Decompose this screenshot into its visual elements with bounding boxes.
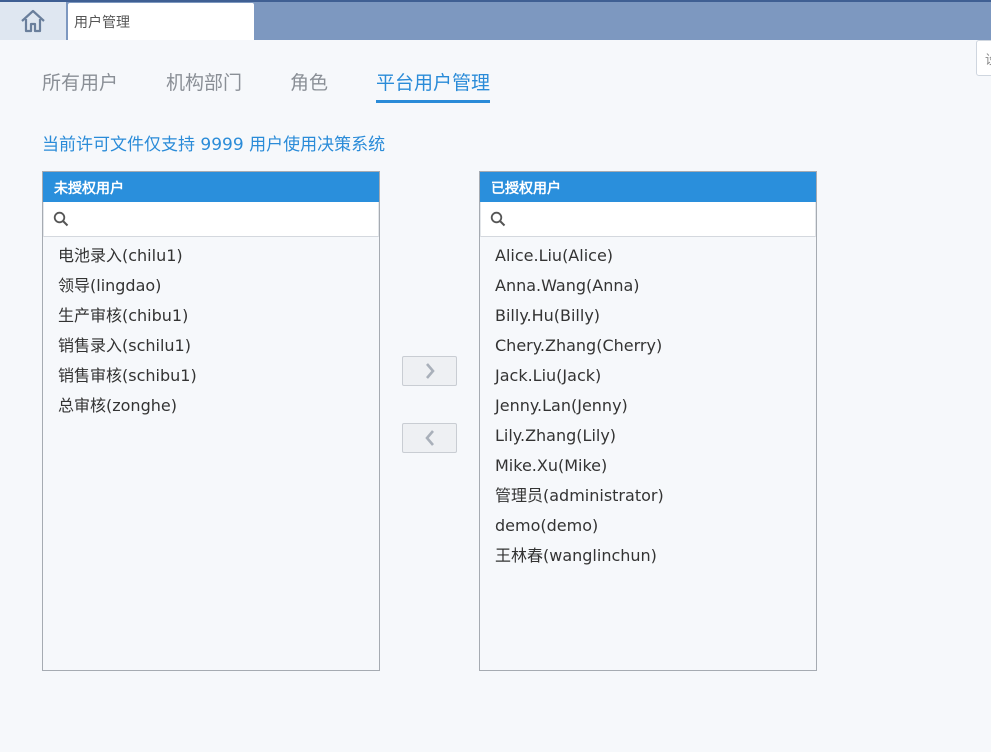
list-item[interactable]: 销售审核(schibu1) [43, 361, 379, 391]
search-icon [53, 211, 69, 227]
user-list: Alice.Liu(Alice) Anna.Wang(Anna) Billy.H… [480, 237, 816, 571]
list-item[interactable]: Anna.Wang(Anna) [480, 271, 816, 301]
tab-user-management[interactable]: 用户管理 [68, 3, 254, 40]
list-item[interactable]: 总审核(zonghe) [43, 391, 379, 421]
list-item[interactable]: demo(demo) [480, 511, 816, 541]
side-panel-toggle[interactable]: 设 [976, 40, 991, 76]
list-item[interactable]: Jenny.Lan(Jenny) [480, 391, 816, 421]
list-item[interactable]: Mike.Xu(Mike) [480, 451, 816, 481]
search-box [43, 202, 379, 237]
list-item[interactable]: 销售录入(schilu1) [43, 331, 379, 361]
list-item[interactable]: 王林春(wanglinchun) [480, 541, 816, 571]
list-item[interactable]: 生产审核(chibu1) [43, 301, 379, 331]
nav-tabs: 所有用户 机构部门 角色 平台用户管理 [42, 70, 538, 104]
tab-all-users[interactable]: 所有用户 [42, 70, 118, 103]
list-item[interactable]: Chery.Zhang(Cherry) [480, 331, 816, 361]
list-item[interactable]: 管理员(administrator) [480, 481, 816, 511]
home-icon [21, 9, 45, 33]
list-item[interactable]: Billy.Hu(Billy) [480, 301, 816, 331]
tab-platform-user-management[interactable]: 平台用户管理 [376, 70, 491, 103]
tab-roles[interactable]: 角色 [290, 70, 328, 103]
home-tab[interactable] [0, 2, 66, 40]
list-item[interactable]: Alice.Liu(Alice) [480, 241, 816, 271]
tab-departments[interactable]: 机构部门 [166, 70, 242, 103]
search-icon [490, 211, 506, 227]
search-input[interactable] [75, 204, 378, 234]
list-item[interactable]: 领导(lingdao) [43, 271, 379, 301]
authorized-users-panel: 已授权用户 Alice.Liu(Alice) Anna.Wang(Anna) B… [479, 171, 817, 671]
unauthorized-users-panel: 未授权用户 电池录入(chilu1) 领导(lingdao) 生产审核(chib… [42, 171, 380, 671]
search-box [480, 202, 816, 237]
list-item[interactable]: Jack.Liu(Jack) [480, 361, 816, 391]
chevron-right-icon [425, 363, 435, 379]
search-input[interactable] [512, 204, 815, 234]
chevron-left-icon [424, 430, 434, 446]
list-item[interactable]: Lily.Zhang(Lily) [480, 421, 816, 451]
panel-title: 已授权用户 [480, 172, 816, 202]
user-list: 电池录入(chilu1) 领导(lingdao) 生产审核(chibu1) 销售… [43, 237, 379, 421]
move-right-button[interactable] [402, 356, 457, 386]
list-item[interactable]: 电池录入(chilu1) [43, 241, 379, 271]
license-notice: 当前许可文件仅支持 9999 用户使用决策系统 [42, 135, 386, 155]
top-tab-bar: 用户管理 [0, 0, 991, 40]
panel-title: 未授权用户 [43, 172, 379, 202]
move-left-button[interactable] [402, 423, 457, 453]
